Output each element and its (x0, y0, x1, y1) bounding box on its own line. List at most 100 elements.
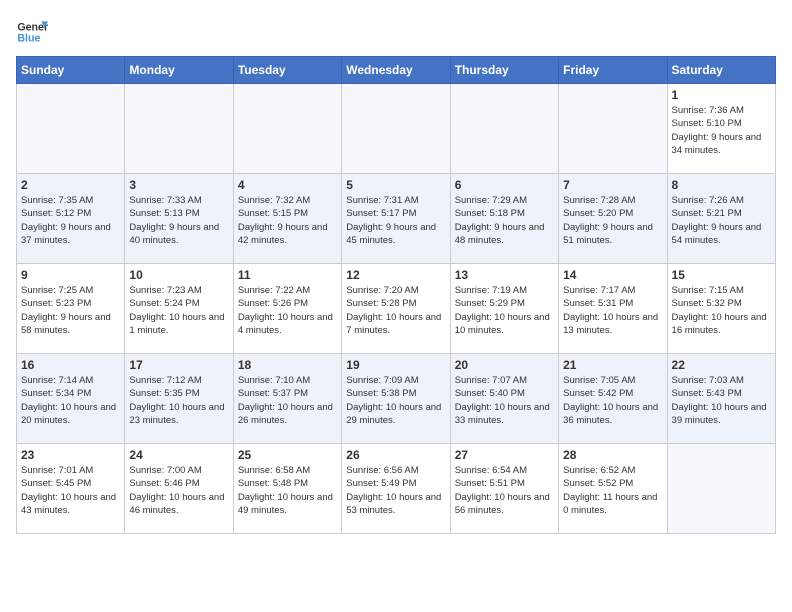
day-number: 19 (346, 358, 445, 372)
day-info: Sunrise: 7:36 AM Sunset: 5:10 PM Dayligh… (672, 104, 771, 157)
day-cell: 28 Sunrise: 6:52 AM Sunset: 5:52 PM Dayli… (559, 444, 667, 534)
day-info: Sunrise: 6:52 AM Sunset: 5:52 PM Dayligh… (563, 464, 662, 517)
day-info: Sunrise: 7:20 AM Sunset: 5:28 PM Dayligh… (346, 284, 445, 337)
day-number: 16 (21, 358, 120, 372)
day-info: Sunrise: 6:54 AM Sunset: 5:51 PM Dayligh… (455, 464, 554, 517)
day-cell (667, 444, 775, 534)
day-info: Sunrise: 7:01 AM Sunset: 5:45 PM Dayligh… (21, 464, 120, 517)
day-info: Sunrise: 7:05 AM Sunset: 5:42 PM Dayligh… (563, 374, 662, 427)
day-number: 26 (346, 448, 445, 462)
day-number: 8 (672, 178, 771, 192)
logo-icon: General Blue (16, 16, 48, 48)
day-number: 21 (563, 358, 662, 372)
logo: General Blue (16, 16, 48, 48)
day-number: 28 (563, 448, 662, 462)
day-info: Sunrise: 7:33 AM Sunset: 5:13 PM Dayligh… (129, 194, 228, 247)
day-info: Sunrise: 7:31 AM Sunset: 5:17 PM Dayligh… (346, 194, 445, 247)
day-cell: 8 Sunrise: 7:26 AM Sunset: 5:21 PM Daylig… (667, 174, 775, 264)
day-number: 3 (129, 178, 228, 192)
day-info: Sunrise: 7:03 AM Sunset: 5:43 PM Dayligh… (672, 374, 771, 427)
day-cell: 10 Sunrise: 7:23 AM Sunset: 5:24 PM Dayli… (125, 264, 233, 354)
day-info: Sunrise: 7:10 AM Sunset: 5:37 PM Dayligh… (238, 374, 337, 427)
day-cell: 3 Sunrise: 7:33 AM Sunset: 5:13 PM Daylig… (125, 174, 233, 264)
weekday-header-friday: Friday (559, 57, 667, 84)
day-info: Sunrise: 6:58 AM Sunset: 5:48 PM Dayligh… (238, 464, 337, 517)
day-info: Sunrise: 7:23 AM Sunset: 5:24 PM Dayligh… (129, 284, 228, 337)
day-number: 12 (346, 268, 445, 282)
day-number: 9 (21, 268, 120, 282)
day-info: Sunrise: 7:22 AM Sunset: 5:26 PM Dayligh… (238, 284, 337, 337)
day-cell (559, 84, 667, 174)
day-cell: 2 Sunrise: 7:35 AM Sunset: 5:12 PM Daylig… (17, 174, 125, 264)
weekday-header-thursday: Thursday (450, 57, 558, 84)
day-number: 10 (129, 268, 228, 282)
day-number: 2 (21, 178, 120, 192)
day-cell: 15Sunrise: 7:15 AM Sunset: 5:32 PM Dayli… (667, 264, 775, 354)
day-cell: 19 Sunrise: 7:09 AM Sunset: 5:38 PM Dayli… (342, 354, 450, 444)
week-row-0: 1 Sunrise: 7:36 AM Sunset: 5:10 PM Daylig… (17, 84, 776, 174)
day-info: Sunrise: 7:35 AM Sunset: 5:12 PM Dayligh… (21, 194, 120, 247)
day-cell: 11 Sunrise: 7:22 AM Sunset: 5:26 PM Dayli… (233, 264, 341, 354)
day-number: 14 (563, 268, 662, 282)
day-info: Sunrise: 7:12 AM Sunset: 5:35 PM Dayligh… (129, 374, 228, 427)
calendar: SundayMondayTuesdayWednesdayThursdayFrid… (16, 56, 776, 534)
day-number: 7 (563, 178, 662, 192)
day-info: Sunrise: 7:09 AM Sunset: 5:38 PM Dayligh… (346, 374, 445, 427)
day-info: Sunrise: 7:19 AM Sunset: 5:29 PM Dayligh… (455, 284, 554, 337)
day-cell: 22 Sunrise: 7:03 AM Sunset: 5:43 PM Dayli… (667, 354, 775, 444)
day-cell: 23 Sunrise: 7:01 AM Sunset: 5:45 PM Dayli… (17, 444, 125, 534)
week-row-3: 16 Sunrise: 7:14 AM Sunset: 5:34 PM Dayli… (17, 354, 776, 444)
day-cell: 25Sunrise: 6:58 AM Sunset: 5:48 PM Dayli… (233, 444, 341, 534)
day-cell (125, 84, 233, 174)
day-cell (233, 84, 341, 174)
day-info: Sunrise: 7:25 AM Sunset: 5:23 PM Dayligh… (21, 284, 120, 337)
day-cell: 16 Sunrise: 7:14 AM Sunset: 5:34 PM Dayli… (17, 354, 125, 444)
day-cell: 24 Sunrise: 7:00 AM Sunset: 5:46 PM Dayli… (125, 444, 233, 534)
day-number: 24 (129, 448, 228, 462)
day-info: Sunrise: 7:29 AM Sunset: 5:18 PM Dayligh… (455, 194, 554, 247)
day-info: Sunrise: 7:14 AM Sunset: 5:34 PM Dayligh… (21, 374, 120, 427)
weekday-header-wednesday: Wednesday (342, 57, 450, 84)
day-cell: 17Sunrise: 7:12 AM Sunset: 5:35 PM Dayli… (125, 354, 233, 444)
weekday-header-sunday: Sunday (17, 57, 125, 84)
day-cell: 7Sunrise: 7:28 AM Sunset: 5:20 PM Daylig… (559, 174, 667, 264)
day-number: 27 (455, 448, 554, 462)
day-cell: 14 Sunrise: 7:17 AM Sunset: 5:31 PM Dayli… (559, 264, 667, 354)
day-cell (17, 84, 125, 174)
weekday-header-row: SundayMondayTuesdayWednesdayThursdayFrid… (17, 57, 776, 84)
day-number: 20 (455, 358, 554, 372)
day-number: 1 (672, 88, 771, 102)
day-number: 18 (238, 358, 337, 372)
day-cell: 1 Sunrise: 7:36 AM Sunset: 5:10 PM Daylig… (667, 84, 775, 174)
week-row-4: 23 Sunrise: 7:01 AM Sunset: 5:45 PM Dayli… (17, 444, 776, 534)
day-cell: 27 Sunrise: 6:54 AM Sunset: 5:51 PM Dayli… (450, 444, 558, 534)
day-number: 5 (346, 178, 445, 192)
day-number: 6 (455, 178, 554, 192)
day-number: 23 (21, 448, 120, 462)
day-cell: 13 Sunrise: 7:19 AM Sunset: 5:29 PM Dayli… (450, 264, 558, 354)
day-number: 22 (672, 358, 771, 372)
day-cell (450, 84, 558, 174)
day-cell: 18 Sunrise: 7:10 AM Sunset: 5:37 PM Dayli… (233, 354, 341, 444)
day-info: Sunrise: 7:07 AM Sunset: 5:40 PM Dayligh… (455, 374, 554, 427)
week-row-1: 2 Sunrise: 7:35 AM Sunset: 5:12 PM Daylig… (17, 174, 776, 264)
day-cell: 21 Sunrise: 7:05 AM Sunset: 5:42 PM Dayli… (559, 354, 667, 444)
svg-text:Blue: Blue (17, 32, 40, 44)
day-number: 4 (238, 178, 337, 192)
page: General Blue SundayMondayTuesdayWednesda… (0, 0, 792, 550)
day-cell: 20 Sunrise: 7:07 AM Sunset: 5:40 PM Dayli… (450, 354, 558, 444)
day-info: Sunrise: 7:00 AM Sunset: 5:46 PM Dayligh… (129, 464, 228, 517)
day-cell: 12 Sunrise: 7:20 AM Sunset: 5:28 PM Dayli… (342, 264, 450, 354)
day-info: Sunrise: 7:26 AM Sunset: 5:21 PM Dayligh… (672, 194, 771, 247)
day-cell: 5 Sunrise: 7:31 AM Sunset: 5:17 PM Daylig… (342, 174, 450, 264)
day-info: Sunrise: 7:17 AM Sunset: 5:31 PM Dayligh… (563, 284, 662, 337)
day-cell: 4 Sunrise: 7:32 AM Sunset: 5:15 PM Daylig… (233, 174, 341, 264)
day-number: 13 (455, 268, 554, 282)
day-info: Sunrise: 7:32 AM Sunset: 5:15 PM Dayligh… (238, 194, 337, 247)
weekday-header-monday: Monday (125, 57, 233, 84)
day-number: 11 (238, 268, 337, 282)
day-cell: 26Sunrise: 6:56 AM Sunset: 5:49 PM Dayli… (342, 444, 450, 534)
weekday-header-saturday: Saturday (667, 57, 775, 84)
day-cell: 9 Sunrise: 7:25 AM Sunset: 5:23 PM Daylig… (17, 264, 125, 354)
header: General Blue (16, 16, 776, 48)
